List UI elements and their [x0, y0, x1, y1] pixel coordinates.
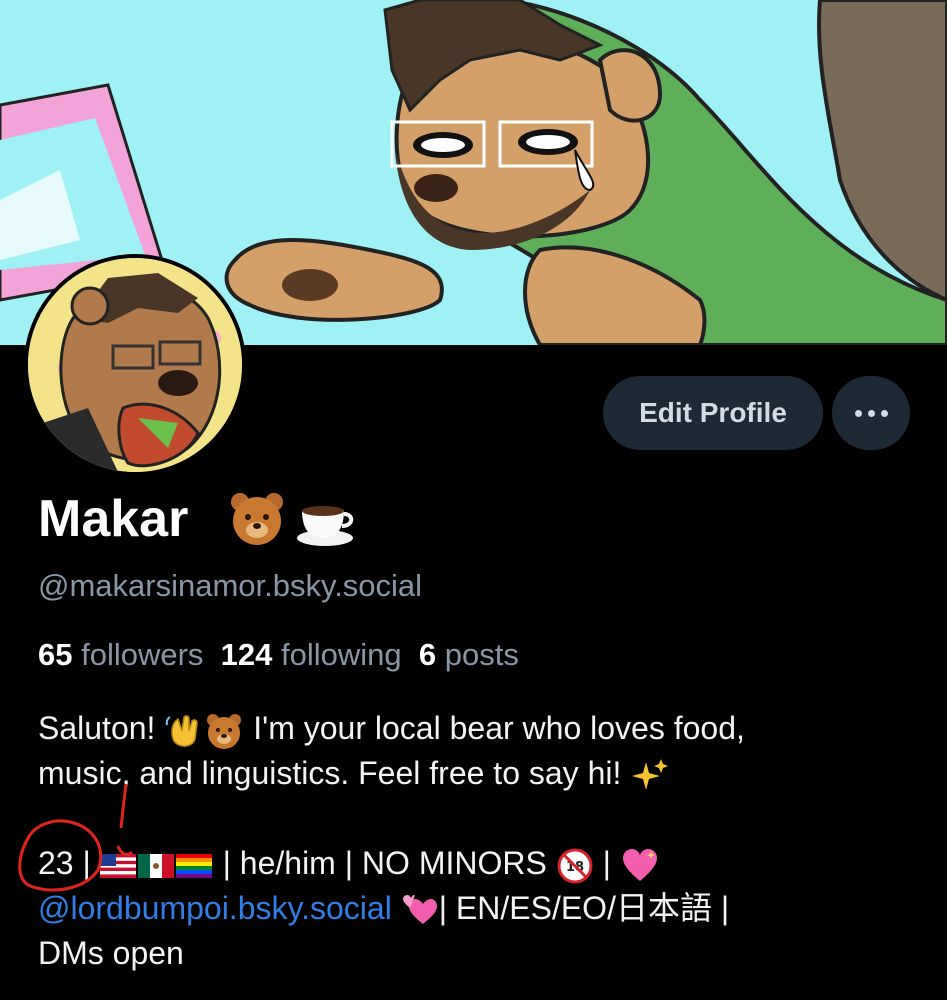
bio-separator: | [438, 890, 448, 926]
profile-handle: @makarsinamor.bsky.social [38, 568, 423, 603]
bio-line-4: @lordbumpoi.bsky.social | EN/ES/EO/日本語 | [38, 888, 729, 930]
mention-link[interactable]: @lordbumpoi.bsky.social [38, 890, 392, 926]
us-flag-icon [99, 853, 136, 878]
bio-greeting: Saluton! [38, 710, 165, 746]
posts-stat: 6 posts [419, 637, 519, 672]
profile-stats: 65 followers 124 following 6 posts [38, 636, 519, 674]
followers-label: followers [81, 637, 204, 672]
bio-separator: | [720, 890, 730, 926]
bio-line-3: 23 | | he/him | NO MINORS 18 | [38, 843, 660, 885]
following-stat[interactable]: 124 following [221, 637, 402, 672]
bear-emoji-icon [231, 493, 283, 545]
avatar[interactable] [24, 254, 246, 476]
followers-count: 65 [38, 637, 73, 672]
bio-pronouns: he/him [239, 845, 336, 881]
avatar-illustration [28, 258, 242, 472]
edit-profile-button[interactable]: Edit Profile [603, 376, 823, 450]
bear-emoji-icon [207, 713, 242, 749]
display-name: Makar [38, 490, 189, 548]
sparkling-heart-icon [622, 848, 657, 881]
bio-age: 23 [38, 845, 74, 881]
bio-intro: I'm your local bear who loves food, [244, 710, 745, 746]
posts-label: posts [444, 637, 519, 672]
two-hearts-icon [402, 894, 437, 924]
bio-interests: music, and linguistics. Feel free to say… [38, 755, 631, 791]
no-under-18-icon: 18 [557, 848, 593, 884]
mexico-flag-icon [137, 853, 174, 878]
bio-line-2: music, and linguistics. Feel free to say… [38, 753, 670, 796]
following-count: 124 [220, 637, 273, 672]
waving-hand-icon [166, 714, 199, 747]
bio-separator: | [344, 845, 354, 881]
rainbow-flag-icon [175, 853, 212, 878]
bio-separator: | [222, 845, 231, 881]
bio-line-5: DMs open [38, 933, 184, 973]
followers-stat[interactable]: 65 followers [38, 637, 203, 672]
bio-separator: | [82, 845, 91, 881]
following-label: following [281, 637, 402, 672]
sparkles-icon [632, 758, 669, 790]
posts-count: 6 [418, 637, 437, 672]
ellipsis-icon [854, 409, 862, 417]
name-emojis [228, 490, 356, 548]
bio-line-1: Saluton! I'm your local bear who loves f… [38, 708, 745, 751]
bio-languages: EN/ES/EO/日本語 [455, 890, 712, 926]
bio-no-minors: NO MINORS [361, 845, 556, 881]
bio-dms: DMs open [38, 935, 184, 971]
more-options-button[interactable] [832, 376, 910, 450]
coffee-emoji-icon [297, 506, 354, 546]
bio-separator: | [602, 845, 611, 881]
